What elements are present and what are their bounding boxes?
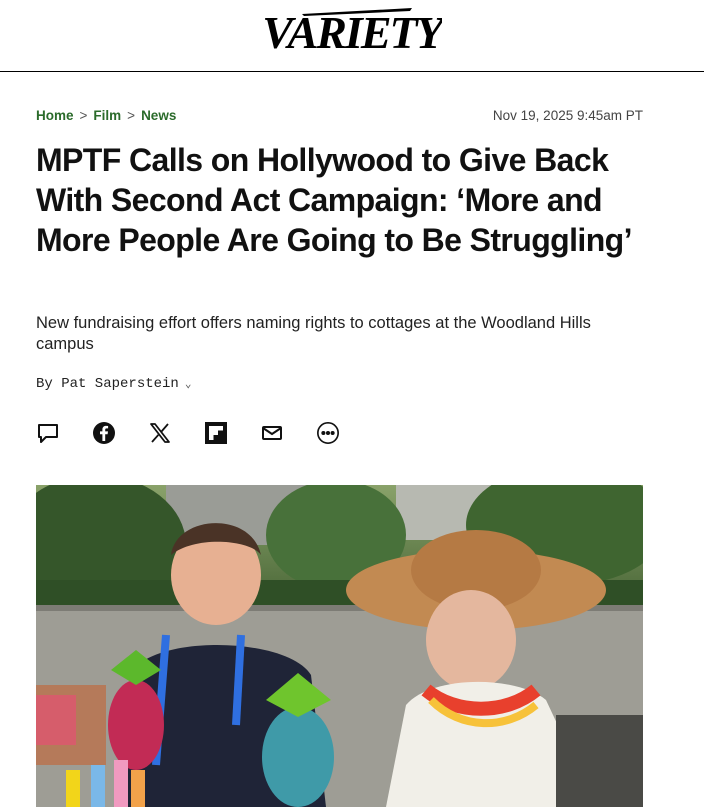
- article-meta: Home > Film > News Nov 19, 2025 9:45am P…: [36, 105, 643, 125]
- breadcrumb-film[interactable]: Film: [93, 108, 121, 123]
- breadcrumb-separator: >: [79, 107, 88, 123]
- flipboard-icon[interactable]: [204, 421, 228, 445]
- breadcrumb-home[interactable]: Home: [36, 108, 74, 123]
- article-headline: MPTF Calls on Hollywood to Give Back Wit…: [36, 142, 632, 258]
- logo-wordmark: VARIETY: [262, 7, 442, 58]
- email-icon[interactable]: [260, 421, 284, 445]
- breadcrumb: Home > Film > News: [36, 108, 176, 123]
- byline-author[interactable]: By Pat Saperstein: [36, 376, 179, 392]
- hero-photo-illustration: [36, 485, 643, 807]
- article-dek: New fundraising effort offers naming rig…: [36, 314, 591, 353]
- more-icon[interactable]: [316, 421, 340, 445]
- breadcrumb-separator: >: [127, 107, 136, 123]
- share-bar: [36, 421, 340, 445]
- comment-icon[interactable]: [36, 421, 60, 445]
- publish-date: Nov 19, 2025 9:45am PT: [492, 107, 643, 123]
- x-icon[interactable]: [148, 421, 172, 445]
- chevron-down-icon[interactable]: ⌄: [185, 377, 192, 391]
- variety-logo[interactable]: VARIETY: [0, 4, 704, 69]
- byline[interactable]: By Pat Saperstein ⌄: [36, 376, 191, 392]
- article-hero-image: [36, 485, 643, 807]
- masthead: VARIETY: [0, 0, 704, 72]
- breadcrumb-news[interactable]: News: [141, 108, 176, 123]
- facebook-icon[interactable]: [92, 421, 116, 445]
